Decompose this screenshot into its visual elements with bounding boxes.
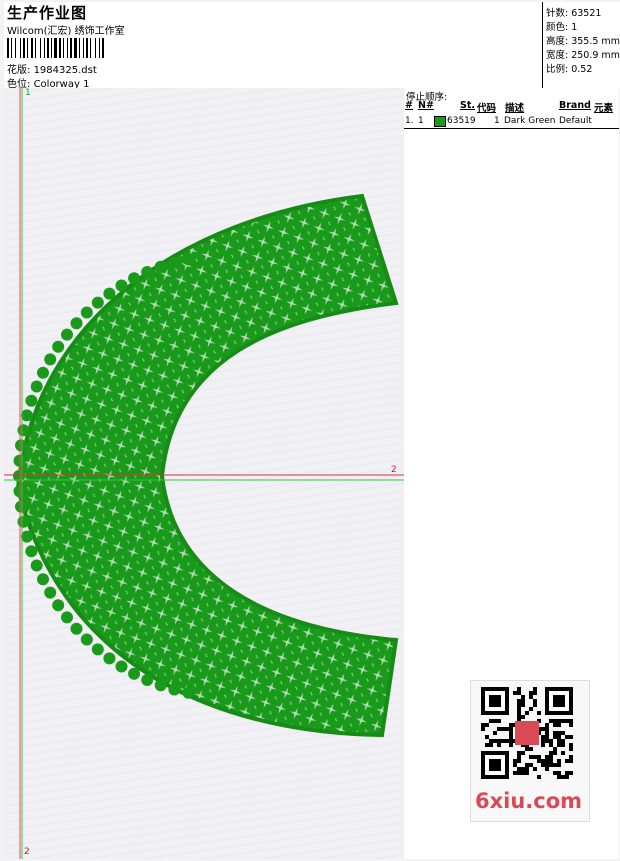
embroidery-design [4,88,404,859]
marker-right: 2 [391,465,397,475]
company-name: Wilcom(汇宏) 绣饰工作室 [7,26,125,37]
info-box: 针数: 63521 颜色: 1 高度: 355.5 mm 宽度: 250.9 m… [542,2,620,88]
watermark: 6xiu.com [470,680,590,822]
row-number: 1. [405,116,414,126]
col-number: # [405,100,413,111]
color-swatch [434,116,446,127]
pattern-line: 花版: 1984325.dst [7,61,97,76]
divider [404,128,619,129]
row-description: Dark Green [504,116,556,126]
qr-code [481,687,573,779]
seal-logo [515,721,539,745]
row-code: 1 [494,116,500,126]
row-stitches: 63519 [447,116,476,126]
design-canvas: 1 2 2 [4,88,405,859]
col-code: 代码 [477,103,497,114]
page-title: 生产作业图 [7,4,88,22]
marker-top: 1 [25,88,31,98]
col-stitches: St. [460,100,475,111]
design-height: 高度: 355.5 mm [546,36,620,47]
col-needle: N# [418,100,434,111]
design-width: 宽度: 250.9 mm [546,50,620,61]
marker-bottom: 2 [24,847,30,857]
row-brand: Default [559,116,592,126]
col-element: 元素 [594,103,614,114]
embroidery-c-shape [15,193,399,738]
header: 生产作业图 Wilcom(汇宏) 绣饰工作室 花版: 1984325.dst 色… [4,2,620,90]
color-count: 颜色: 1 [546,22,578,33]
stop-sequence-row: 1. 1 63519 1 Dark Green Default [404,116,619,128]
col-brand: Brand [559,100,591,111]
watermark-site: 6xiu.com [475,789,583,813]
stitch-count: 针数: 63521 [546,8,602,19]
barcode [7,38,104,58]
row-needle: 1 [418,116,424,126]
col-description: 描述 [505,103,525,114]
stop-sequence-header: # N# St. 代码 描述 Brand 元素 [404,100,619,115]
design-scale: 比例: 0.52 [546,64,593,75]
